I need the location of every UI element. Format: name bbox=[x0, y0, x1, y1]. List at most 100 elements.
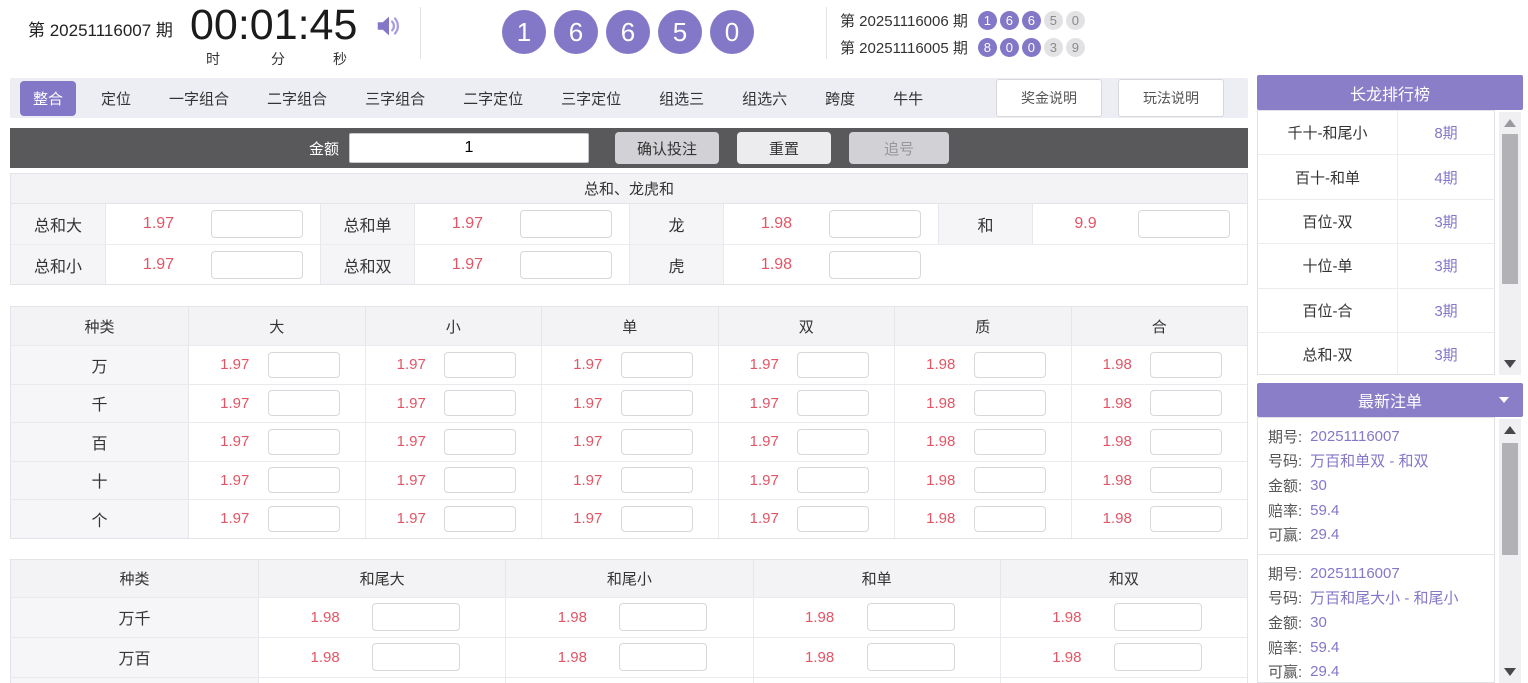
bet-amount-input[interactable] bbox=[619, 603, 708, 631]
bet-amount-input[interactable] bbox=[973, 428, 1046, 455]
dragon-rank-row[interactable]: 百十-和单 4期 bbox=[1258, 155, 1494, 200]
bet-amount-input[interactable] bbox=[444, 505, 517, 532]
bet-amount-input[interactable] bbox=[620, 505, 693, 532]
history-ball: 8 bbox=[977, 38, 997, 57]
bet-amount-input[interactable] bbox=[1150, 351, 1223, 378]
sum-bet-group: 总和单 1.97 bbox=[320, 204, 629, 244]
order-issue-line: 期号: 20251116007 bbox=[1268, 561, 1494, 586]
bet-amount-input[interactable] bbox=[620, 390, 693, 417]
odds-value: 1.97 bbox=[142, 255, 175, 273]
scroll-down-arrow[interactable] bbox=[1504, 360, 1516, 368]
rules-info-button[interactable]: 玩法说明 bbox=[1118, 79, 1224, 117]
collapse-caret-icon[interactable] bbox=[1499, 397, 1509, 403]
play-tab[interactable]: 一字组合 bbox=[156, 81, 242, 116]
bet-amount-input[interactable] bbox=[973, 505, 1046, 532]
bet-amount-input[interactable] bbox=[267, 351, 340, 378]
play-tab[interactable]: 整合 bbox=[20, 80, 77, 116]
play-tab[interactable]: 二字定位 bbox=[450, 81, 536, 116]
speaker-icon[interactable] bbox=[374, 11, 404, 41]
bet-amount-input[interactable] bbox=[520, 210, 612, 238]
odds-value: 1.98 bbox=[1102, 394, 1132, 412]
play-tab[interactable]: 二字组合 bbox=[254, 81, 340, 116]
bet-amount-input[interactable] bbox=[267, 428, 340, 455]
scroll-down-arrow[interactable] bbox=[1504, 668, 1516, 676]
bet-amount-input[interactable] bbox=[973, 351, 1046, 378]
bet-amount-input[interactable] bbox=[973, 390, 1046, 417]
bet-amount-input[interactable] bbox=[372, 643, 461, 671]
bet-amount-input[interactable] bbox=[829, 210, 921, 238]
dragon-rank-row[interactable]: 百位-双 3期 bbox=[1258, 199, 1494, 245]
odds-value: 1.98 bbox=[310, 648, 340, 666]
scrollbar[interactable] bbox=[1499, 419, 1521, 683]
bet-amount-input[interactable] bbox=[211, 250, 303, 279]
scroll-up-arrow[interactable] bbox=[1504, 426, 1516, 434]
row-label: 个 bbox=[11, 500, 189, 538]
play-tab[interactable]: 三字组合 bbox=[352, 81, 438, 116]
dragon-rank-row[interactable]: 十位-单 3期 bbox=[1258, 244, 1494, 289]
bet-amount-input[interactable] bbox=[866, 603, 955, 631]
odds-value: 1.98 bbox=[1102, 356, 1132, 374]
confirm-bet-button[interactable]: 确认投注 bbox=[615, 132, 719, 164]
play-tab[interactable]: 牛牛 bbox=[880, 81, 936, 116]
bet-amount-input[interactable] bbox=[1113, 643, 1202, 671]
order-field-label: 号码: bbox=[1268, 590, 1303, 608]
order-field-value: 万百和尾大小 - 和尾小 bbox=[1310, 590, 1459, 608]
amount-input[interactable] bbox=[349, 133, 589, 163]
dragon-rank-row[interactable]: 百位-合 3期 bbox=[1258, 288, 1494, 333]
odds-value: 1.97 bbox=[573, 394, 603, 412]
order-field-value: 29.4 bbox=[1310, 663, 1340, 681]
bet-amount-input[interactable] bbox=[620, 351, 693, 378]
chase-number-button[interactable]: 追号 bbox=[849, 132, 949, 164]
dragon-rank-count: 3期 bbox=[1434, 347, 1458, 365]
bet-amount-input[interactable] bbox=[973, 467, 1046, 494]
scrollbar[interactable] bbox=[1499, 112, 1521, 375]
prize-info-button[interactable]: 奖金说明 bbox=[996, 79, 1102, 117]
bet-amount-input[interactable] bbox=[444, 428, 517, 455]
order-entry: 期号: 20251116007 号码: 万百和尾大小 - 和尾小 金额: 30 赔率: 59.… bbox=[1258, 555, 1494, 682]
bet-amount-input[interactable] bbox=[444, 467, 517, 494]
row-label: 千 bbox=[11, 384, 189, 422]
bet-amount-input[interactable] bbox=[1150, 467, 1223, 494]
bet-amount-input[interactable] bbox=[444, 351, 517, 378]
bet-amount-input[interactable] bbox=[866, 643, 955, 671]
bet-amount-input[interactable] bbox=[444, 390, 517, 417]
bet-amount-input[interactable] bbox=[620, 428, 693, 455]
betting-area: 整合 定位 一字组合 二字组合 三字组合 二字定位 三字定位 组选三 组选六 跨度 牛牛 奖金说明 … bbox=[10, 78, 1248, 683]
bet-amount-input[interactable] bbox=[829, 250, 921, 279]
play-mode-tabs: 整合 定位 一字组合 二字组合 三字组合 二字定位 三字定位 组选三 组选六 跨度 牛牛 奖金说明 … bbox=[10, 78, 1248, 118]
play-tab[interactable]: 三字定位 bbox=[548, 81, 634, 116]
dragon-rank-count: 3期 bbox=[1434, 302, 1458, 320]
play-tab[interactable]: 跨度 bbox=[812, 81, 868, 116]
dragon-rank-name: 百位-合 bbox=[1258, 288, 1398, 332]
bet-amount-input[interactable] bbox=[267, 390, 340, 417]
bet-amount-input[interactable] bbox=[797, 351, 870, 378]
scroll-thumb[interactable] bbox=[1502, 443, 1518, 555]
reset-button[interactable]: 重置 bbox=[737, 132, 831, 164]
bet-amount-input[interactable] bbox=[372, 603, 461, 631]
bet-amount-input[interactable] bbox=[211, 210, 303, 238]
bet-amount-input[interactable] bbox=[797, 467, 870, 494]
odds-value: 1.97 bbox=[451, 255, 484, 273]
bet-amount-input[interactable] bbox=[1138, 210, 1230, 238]
play-tab[interactable]: 组选三 bbox=[646, 81, 717, 116]
bet-amount-input[interactable] bbox=[267, 467, 340, 494]
bet-amount-input[interactable] bbox=[1150, 390, 1223, 417]
scroll-thumb[interactable] bbox=[1502, 134, 1518, 284]
bet-amount-input[interactable] bbox=[797, 428, 870, 455]
bet-amount-input[interactable] bbox=[797, 505, 870, 532]
order-field-label: 赔率: bbox=[1268, 639, 1303, 657]
bet-amount-input[interactable] bbox=[520, 250, 612, 279]
dragon-rank-row[interactable]: 千十-和尾小 8期 bbox=[1258, 111, 1494, 156]
play-tab[interactable]: 定位 bbox=[88, 81, 144, 116]
bet-amount-input[interactable] bbox=[620, 467, 693, 494]
scroll-up-arrow[interactable] bbox=[1504, 119, 1516, 127]
bet-amount-input[interactable] bbox=[267, 505, 340, 532]
dragon-rank-row[interactable]: 总和-双 3期 bbox=[1258, 332, 1494, 374]
bet-amount-input[interactable] bbox=[619, 643, 708, 671]
bet-amount-input[interactable] bbox=[1150, 428, 1223, 455]
bet-amount-input[interactable] bbox=[1113, 603, 1202, 631]
order-field-label: 金额: bbox=[1268, 477, 1303, 495]
bet-amount-input[interactable] bbox=[1150, 505, 1223, 532]
bet-amount-input[interactable] bbox=[797, 390, 870, 417]
play-tab[interactable]: 组选六 bbox=[729, 81, 800, 116]
